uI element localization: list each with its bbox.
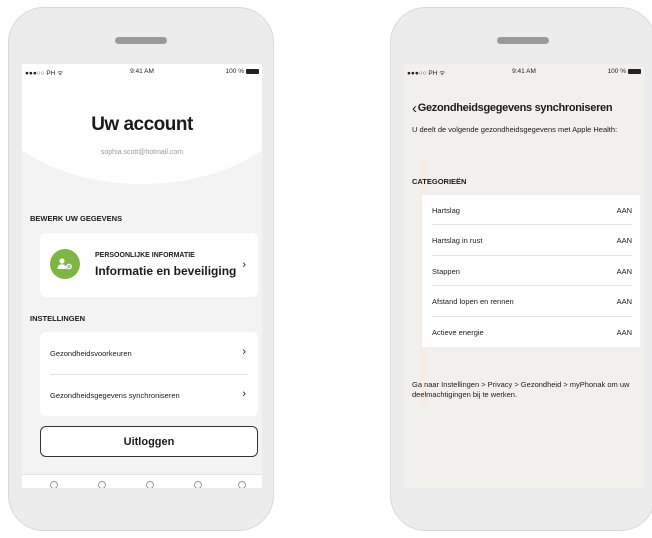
carrier-label: ●●●○○ PH ᯤ xyxy=(25,70,64,77)
tab-home-icon[interactable] xyxy=(50,481,58,488)
battery-indicator: 100 % xyxy=(226,68,259,75)
category-label: Stappen xyxy=(432,266,460,276)
chevron-right-icon: › xyxy=(242,346,246,358)
settings-item-label: Gezondheidsgegevens synchroniseren xyxy=(50,391,180,400)
phone-frame-right: ●●●○○ PH ᯤ 9:41 AM 100 % ‹ Gezondheidsge… xyxy=(390,7,652,531)
page-title: Uw account xyxy=(91,114,193,135)
category-label: Hartslag xyxy=(432,206,460,215)
tab-devices-icon[interactable] xyxy=(98,481,106,488)
category-status: AAN xyxy=(616,266,632,276)
category-status: AAN xyxy=(616,206,632,215)
phone-frame-left: ●●●○○ PH ᯤ 9:41 AM 100 % Uw account soph… xyxy=(8,7,274,531)
tab-support-icon[interactable] xyxy=(194,481,202,488)
category-status: AAN xyxy=(616,236,632,246)
settings-item-sync-health-data[interactable]: Gezondheidsgegevens synchroniseren › xyxy=(40,374,258,416)
battery-indicator: 100 % xyxy=(608,68,641,75)
carrier-label: ●●●○○ PH ᯤ xyxy=(407,70,446,77)
category-row-steps[interactable]: Stappen AAN xyxy=(422,256,640,287)
status-time: 9:41 AM xyxy=(130,68,154,75)
battery-percent: 100 % xyxy=(225,68,244,75)
category-label: Actieve energie xyxy=(432,327,484,337)
speaker-grille xyxy=(115,37,167,44)
category-label: Hartslag in rust xyxy=(432,236,483,246)
battery-icon xyxy=(628,69,641,74)
settings-item-label: Gezondheidsvoorkeuren xyxy=(50,349,132,358)
permissions-note: Ga naar Instellingen > Privacy > Gezondh… xyxy=(412,380,630,399)
sharing-description: U deelt de volgende gezondheidsgegevens … xyxy=(412,125,618,134)
category-status: AAN xyxy=(616,327,632,337)
category-row-walking-running-distance[interactable]: Afstand lopen en rennen AAN xyxy=(422,286,640,317)
tab-account-icon[interactable] xyxy=(238,481,246,488)
category-label: Afstand lopen en rennen xyxy=(432,297,514,307)
page-header: ‹ Gezondheidsgegevens synchroniseren xyxy=(404,101,644,116)
battery-percent: 100 % xyxy=(607,68,626,75)
page-title: Gezondheidsgegevens synchroniseren xyxy=(417,102,613,114)
category-row-active-energy[interactable]: Actieve energie AAN xyxy=(422,317,640,347)
account-email: sophia.scott@hotmail.com xyxy=(100,149,184,156)
battery-icon xyxy=(246,69,259,74)
personal-info-title: PERSOONLIJKE INFORMATIE xyxy=(95,252,195,259)
back-chevron-icon[interactable]: ‹ xyxy=(412,101,417,116)
settings-section-label: INSTELLINGEN xyxy=(30,314,86,323)
settings-item-health-preferences[interactable]: Gezondheidsvoorkeuren › xyxy=(40,332,258,374)
category-status: AAN xyxy=(616,297,632,307)
categories-label: CATEGORIEËN xyxy=(412,177,467,186)
personal-info-subtitle: Informatie en beveiliging xyxy=(95,264,237,278)
categories-list: Hartslag AAN Hartslag in rust AAN Stappe… xyxy=(422,195,640,347)
tab-bar xyxy=(22,474,262,488)
chevron-right-icon: › xyxy=(242,259,246,271)
logout-button[interactable]: Uitloggen xyxy=(40,426,258,457)
edit-section-label: BEWERK UW GEGEVENS xyxy=(30,214,123,223)
tab-health-icon[interactable] xyxy=(146,481,154,488)
status-time: 9:41 AM xyxy=(512,68,536,75)
account-screen: ●●●○○ PH ᯤ 9:41 AM 100 % Uw account soph… xyxy=(22,64,262,488)
speaker-grille xyxy=(497,37,549,44)
status-bar: ●●●○○ PH ᯤ 9:41 AM 100 % xyxy=(404,64,644,78)
category-row-resting-heart-rate[interactable]: Hartslag in rust AAN xyxy=(422,225,640,256)
personal-info-card[interactable]: PERSOONLIJKE INFORMATIE Informatie en be… xyxy=(40,233,258,297)
status-bar: ●●●○○ PH ᯤ 9:41 AM 100 % xyxy=(22,64,262,78)
category-row-heart-rate[interactable]: Hartslag AAN xyxy=(422,195,640,226)
settings-list: Gezondheidsvoorkeuren › Gezondheidsgegev… xyxy=(40,332,258,416)
chevron-right-icon: › xyxy=(242,388,246,400)
sync-health-data-screen: ●●●○○ PH ᯤ 9:41 AM 100 % ‹ Gezondheidsge… xyxy=(404,64,644,488)
user-settings-icon xyxy=(50,249,80,279)
